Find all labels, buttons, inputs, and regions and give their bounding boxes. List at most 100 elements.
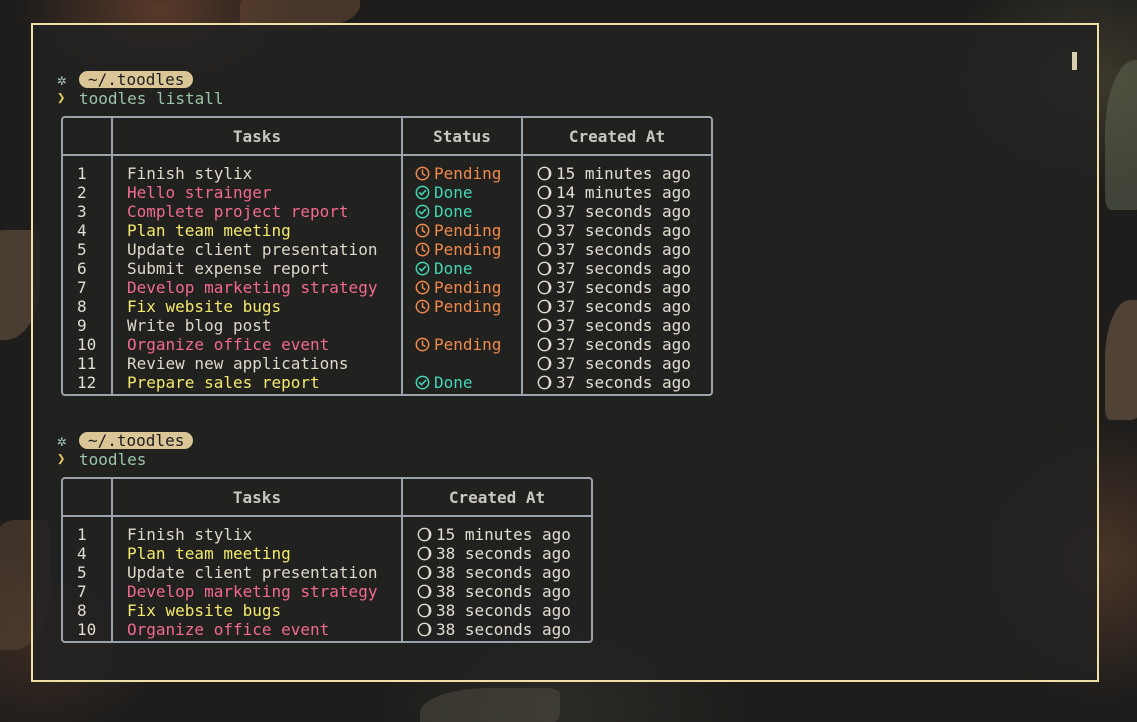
prompt-block: ✲ ~/.toodles ❯ toodles <box>57 431 194 469</box>
task-name: Finish stylix <box>111 517 401 544</box>
background-leaf <box>1105 60 1137 210</box>
task-created-at: 37 seconds ago <box>521 354 711 373</box>
created-time: 37 seconds ago <box>556 259 691 278</box>
task-index: 9 <box>77 316 87 335</box>
table-row: 5 Update client presentation Pending 37 sec… <box>63 240 711 259</box>
table-row: 10 Organize office event 38 seconds ago <box>63 620 591 641</box>
task-status <box>401 354 521 373</box>
status-label: Pending <box>434 297 502 316</box>
table-row: 7 Develop marketing strategy Pending 37 sec… <box>63 278 711 297</box>
task-status: Pending <box>401 278 521 297</box>
created-time: 15 minutes ago <box>436 525 571 544</box>
task-index: 1 <box>77 525 87 544</box>
moon-icon <box>537 297 556 316</box>
task-name: Develop marketing strategy <box>111 582 401 601</box>
table-row: 9 Write blog post 37 seconds ago <box>63 316 711 335</box>
table-row: 7 Develop marketing strategy 38 seconds ag… <box>63 582 591 601</box>
task-index: 6 <box>77 259 87 278</box>
task-index: 8 <box>77 601 87 620</box>
status-label: Done <box>434 373 473 392</box>
clock-icon <box>415 335 434 354</box>
clock-icon <box>415 278 434 297</box>
moon-icon <box>537 202 556 221</box>
moon-icon <box>537 354 556 373</box>
terminal-window[interactable]: ✲ ~/.toodles ❯ toodles listall Tasks Sta… <box>31 23 1099 682</box>
gear-icon: ✲ <box>57 70 67 89</box>
created-time: 37 seconds ago <box>556 316 691 335</box>
task-status: Pending <box>401 335 521 354</box>
moon-icon <box>417 563 436 582</box>
moon-icon <box>537 278 556 297</box>
task-created-at: 37 seconds ago <box>521 278 711 297</box>
task-created-at: 37 seconds ago <box>521 221 711 240</box>
check-circle-icon <box>415 202 434 221</box>
created-time: 37 seconds ago <box>556 221 691 240</box>
moon-icon <box>537 316 556 335</box>
table-row: 1 Finish stylix Pending 15 minutes ago <box>63 156 711 183</box>
task-name: Organize office event <box>111 335 401 354</box>
status-label: Pending <box>434 278 502 297</box>
moon-icon <box>537 183 556 202</box>
created-time: 37 seconds ago <box>556 202 691 221</box>
table-row: 3 Complete project report Done 37 seconds a… <box>63 202 711 221</box>
command-text: toodles listall <box>79 89 224 108</box>
task-index: 4 <box>77 221 87 240</box>
task-index: 8 <box>77 297 87 316</box>
check-circle-icon <box>415 259 434 278</box>
moon-icon <box>537 373 556 392</box>
task-created-at: 38 seconds ago <box>401 582 591 601</box>
task-index: 7 <box>77 278 87 297</box>
background-leaf <box>1105 300 1137 420</box>
task-name: Complete project report <box>111 202 401 221</box>
check-circle-icon <box>415 373 434 392</box>
task-name: Review new applications <box>111 354 401 373</box>
column-header-status: Status <box>401 118 521 156</box>
task-status: Done <box>401 373 521 394</box>
task-created-at: 14 minutes ago <box>521 183 711 202</box>
status-label: Done <box>434 259 473 278</box>
task-name: Organize office event <box>111 620 401 641</box>
table-row: 8 Fix website bugs Pending 37 seconds ago <box>63 297 711 316</box>
task-created-at: 15 minutes ago <box>521 156 711 183</box>
task-index: 1 <box>77 164 87 183</box>
column-header-created: Created At <box>521 118 711 156</box>
terminal-cursor <box>1072 52 1077 70</box>
moon-icon <box>537 164 556 183</box>
moon-icon <box>537 335 556 354</box>
tasks-table-all: Tasks Status Created At 1 Finish stylix Pe… <box>61 116 713 396</box>
status-label: Pending <box>434 335 502 354</box>
task-created-at: 38 seconds ago <box>401 620 591 641</box>
status-label: Pending <box>434 221 502 240</box>
created-time: 38 seconds ago <box>436 601 571 620</box>
created-time: 37 seconds ago <box>556 278 691 297</box>
task-index: 10 <box>77 335 97 354</box>
task-name: Plan team meeting <box>111 221 401 240</box>
table-row: 2 Hello strainger Done 14 minutes ago <box>63 183 711 202</box>
task-index: 5 <box>77 240 87 259</box>
task-created-at: 37 seconds ago <box>521 316 711 335</box>
task-name: Write blog post <box>111 316 401 335</box>
moon-icon <box>417 544 436 563</box>
task-name: Plan team meeting <box>111 544 401 563</box>
created-time: 38 seconds ago <box>436 582 571 601</box>
gear-icon: ✲ <box>57 431 67 450</box>
clock-icon <box>415 297 434 316</box>
table-row: 5 Update client presentation 38 seconds ag… <box>63 563 591 582</box>
task-status: Pending <box>401 297 521 316</box>
column-header-tasks: Tasks <box>111 118 401 156</box>
column-header-created: Created At <box>401 479 591 517</box>
task-name: Prepare sales report <box>111 373 401 394</box>
task-created-at: 37 seconds ago <box>521 335 711 354</box>
task-created-at: 37 seconds ago <box>521 202 711 221</box>
status-label: Pending <box>434 240 502 259</box>
task-created-at: 38 seconds ago <box>401 544 591 563</box>
created-time: 14 minutes ago <box>556 183 691 202</box>
task-name: Finish stylix <box>111 156 401 183</box>
moon-icon <box>417 620 436 639</box>
status-label: Done <box>434 183 473 202</box>
task-status: Pending <box>401 240 521 259</box>
task-created-at: 15 minutes ago <box>401 517 591 544</box>
clock-icon <box>415 164 434 183</box>
moon-icon <box>417 582 436 601</box>
created-time: 15 minutes ago <box>556 164 691 183</box>
